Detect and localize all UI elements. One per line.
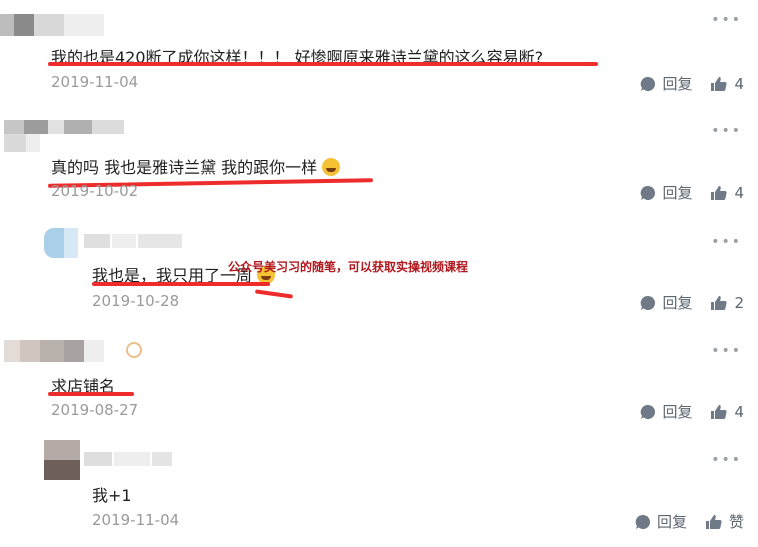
avatar[interactable] xyxy=(0,14,104,36)
reply-button[interactable]: 回复 xyxy=(640,73,692,94)
reply-button[interactable]: 回复 xyxy=(640,292,692,313)
reply-icon xyxy=(641,185,656,200)
like-button[interactable]: 赞 xyxy=(705,511,744,532)
like-button[interactable]: 4 xyxy=(710,184,744,202)
reply-icon xyxy=(641,404,656,419)
highlight-underline xyxy=(48,62,598,66)
comment-actions: 回复 2 xyxy=(622,292,744,313)
avatar[interactable] xyxy=(44,440,80,480)
thumbs-up-icon xyxy=(711,295,728,310)
watermark-overlay-text: 公众号美习习的随笔，可以获取实操视频课程 xyxy=(228,260,469,274)
highlight-underline xyxy=(48,392,134,396)
comment-actions: 回复 4 xyxy=(622,73,744,94)
reply-button[interactable]: 回复 xyxy=(640,401,692,422)
more-options-icon[interactable]: ••• xyxy=(711,12,742,28)
reply-icon xyxy=(641,76,656,91)
badge-icon xyxy=(126,342,142,358)
comment-actions: 回复 4 xyxy=(622,182,744,203)
thumbs-up-icon xyxy=(711,404,728,419)
highlight-underline xyxy=(92,282,270,286)
thumbs-up-icon xyxy=(705,514,722,529)
username-blur xyxy=(84,234,182,248)
crying-emoji-icon xyxy=(322,158,341,176)
username-blur xyxy=(84,452,172,466)
reply-icon xyxy=(641,295,656,310)
comment-actions: 回复 4 xyxy=(622,401,744,422)
more-options-icon[interactable]: ••• xyxy=(711,234,742,250)
like-button[interactable]: 2 xyxy=(710,294,744,312)
more-options-icon[interactable]: ••• xyxy=(711,452,742,468)
avatar[interactable] xyxy=(44,228,78,258)
comment-date: 2019-11-04 xyxy=(51,73,139,91)
reply-button[interactable]: 回复 xyxy=(635,511,687,532)
comment-actions: 回复 赞 xyxy=(617,511,744,532)
avatar-blur xyxy=(4,134,40,152)
avatar[interactable] xyxy=(4,340,104,362)
comment-date: 2019-10-28 xyxy=(92,292,180,310)
comment-date: 2019-11-04 xyxy=(92,511,180,529)
reply-icon xyxy=(635,514,651,529)
more-options-icon[interactable]: ••• xyxy=(711,123,742,139)
comment-text: 我+1 xyxy=(92,486,132,505)
comment-date: 2019-08-27 xyxy=(51,401,139,419)
thumbs-up-icon xyxy=(711,185,728,200)
highlight-underline xyxy=(254,289,294,299)
comment-text: 真的吗 我也是雅诗兰黛 我的跟你一样 xyxy=(51,154,341,178)
like-button[interactable]: 4 xyxy=(710,403,744,421)
thumbs-up-icon xyxy=(711,76,728,91)
comment-date: 2019-10-02 xyxy=(51,182,139,200)
like-button[interactable]: 4 xyxy=(710,75,744,93)
avatar[interactable] xyxy=(4,120,124,134)
more-options-icon[interactable]: ••• xyxy=(711,343,742,359)
reply-button[interactable]: 回复 xyxy=(640,182,692,203)
